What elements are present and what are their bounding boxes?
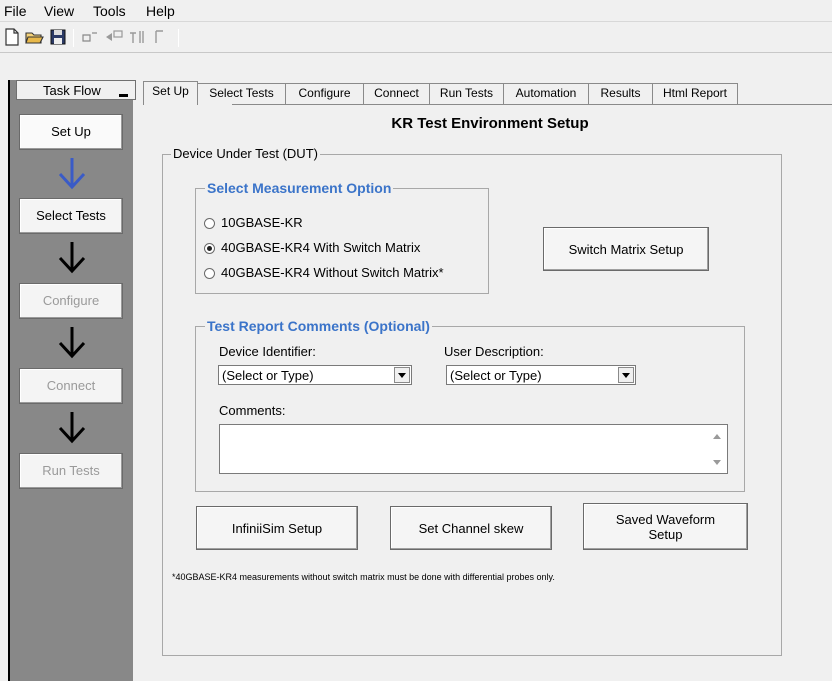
saved-waveform-label-line2: Setup bbox=[648, 526, 683, 542]
step-connect[interactable]: Connect bbox=[19, 368, 123, 404]
tab-configure[interactable]: Configure bbox=[285, 83, 364, 104]
device-identifier-label: Device Identifier: bbox=[219, 344, 316, 359]
tab-results[interactable]: Results bbox=[588, 83, 653, 104]
down-arrow-icon bbox=[58, 327, 86, 359]
radio-button[interactable] bbox=[204, 218, 215, 229]
tab-set-up[interactable]: Set Up bbox=[143, 81, 198, 105]
new-file-icon[interactable] bbox=[2, 27, 22, 47]
step-configure[interactable]: Configure bbox=[19, 283, 123, 319]
tab-select-tests[interactable]: Select Tests bbox=[197, 83, 286, 104]
task-flow-title: Task Flow bbox=[43, 83, 101, 98]
comments-textarea[interactable] bbox=[219, 424, 728, 474]
dut-group-title: Device Under Test (DUT) bbox=[171, 146, 320, 162]
radio-button-selected[interactable] bbox=[204, 243, 215, 254]
step-icon[interactable] bbox=[128, 27, 148, 47]
open-folder-icon[interactable] bbox=[24, 27, 44, 47]
step-set-up[interactable]: Set Up bbox=[19, 114, 123, 150]
user-description-value: (Select or Type) bbox=[450, 368, 542, 383]
saved-waveform-label-line1: Saved Waveform bbox=[615, 511, 716, 527]
saved-waveform-setup-button[interactable]: Saved Waveform Setup bbox=[583, 503, 748, 550]
menu-tools[interactable]: Tools bbox=[93, 2, 126, 20]
page-title: KR Test Environment Setup bbox=[391, 115, 589, 132]
radio-label: 40GBASE-KR4 Without Switch Matrix* bbox=[221, 265, 444, 280]
user-description-label: User Description: bbox=[444, 344, 544, 359]
radio-button[interactable] bbox=[204, 268, 215, 279]
chevron-down-icon[interactable] bbox=[618, 367, 634, 383]
device-identifier-value: (Select or Type) bbox=[222, 368, 314, 383]
radio-label: 10GBASE-KR bbox=[221, 215, 303, 230]
scroll-down-icon[interactable] bbox=[713, 460, 721, 465]
down-arrow-icon bbox=[58, 412, 86, 444]
step-run-tests[interactable]: Run Tests bbox=[19, 453, 123, 489]
minimize-icon[interactable] bbox=[117, 82, 131, 98]
chevron-down-icon[interactable] bbox=[394, 367, 410, 383]
tab-html-report[interactable]: Html Report bbox=[652, 83, 738, 104]
toolbar-separator bbox=[178, 29, 179, 47]
switch-matrix-setup-button[interactable]: Switch Matrix Setup bbox=[543, 227, 709, 271]
device-identifier-combo[interactable]: (Select or Type) bbox=[218, 365, 412, 385]
run-icon[interactable] bbox=[80, 27, 100, 47]
stop-icon[interactable] bbox=[104, 27, 124, 47]
test-report-comments-title: Test Report Comments (Optional) bbox=[205, 318, 432, 334]
menu-help[interactable]: Help bbox=[146, 2, 175, 20]
comments-label: Comments: bbox=[219, 403, 286, 418]
down-arrow-icon bbox=[58, 242, 86, 274]
scroll-up-icon[interactable] bbox=[713, 434, 721, 439]
user-description-combo[interactable]: (Select or Type) bbox=[446, 365, 636, 385]
toolbar-separator bbox=[73, 29, 74, 47]
tab-strip-line bbox=[232, 104, 832, 105]
tab-connect[interactable]: Connect bbox=[363, 83, 430, 104]
tab-run-tests[interactable]: Run Tests bbox=[429, 83, 504, 104]
measurement-option-title: Select Measurement Option bbox=[205, 180, 394, 196]
menu-file[interactable]: File bbox=[4, 2, 27, 20]
tab-automation[interactable]: Automation bbox=[503, 83, 589, 104]
infiniisim-setup-button[interactable]: InfiniiSim Setup bbox=[196, 506, 358, 550]
menu-bar: File View Tools Help bbox=[0, 0, 832, 22]
set-channel-skew-button[interactable]: Set Channel skew bbox=[390, 506, 552, 550]
radio-label: 40GBASE-KR4 With Switch Matrix bbox=[221, 240, 421, 255]
save-icon[interactable] bbox=[48, 27, 68, 47]
task-flow-header: Task Flow bbox=[16, 80, 136, 100]
down-arrow-icon bbox=[58, 158, 86, 190]
footnote: *40GBASE-KR4 measurements without switch… bbox=[172, 572, 555, 582]
step-select-tests[interactable]: Select Tests bbox=[19, 198, 123, 234]
menu-view[interactable]: View bbox=[44, 2, 74, 20]
toolbar bbox=[0, 23, 832, 53]
pause-icon[interactable] bbox=[152, 27, 172, 47]
